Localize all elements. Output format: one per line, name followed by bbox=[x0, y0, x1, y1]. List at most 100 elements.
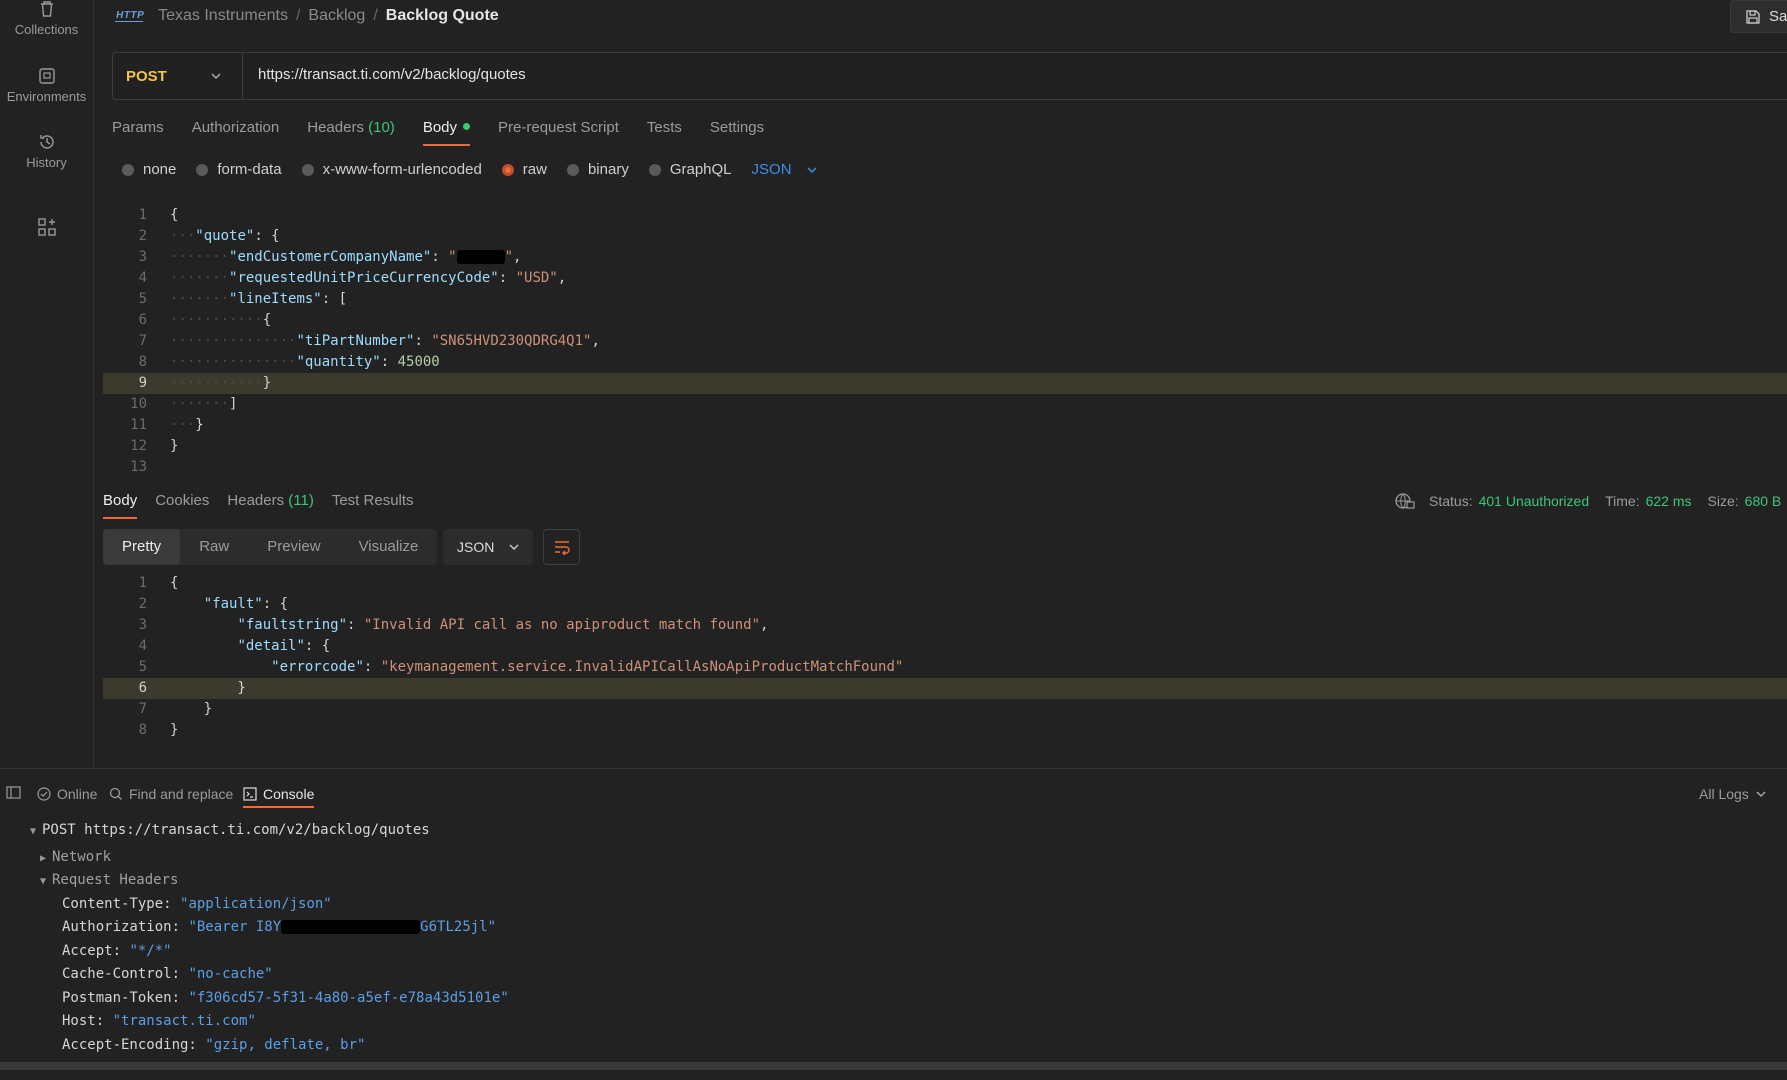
tab-authorization[interactable]: Authorization bbox=[192, 119, 280, 136]
tab-tests[interactable]: Tests bbox=[647, 119, 682, 136]
radio-circle bbox=[196, 163, 209, 176]
radio-circle bbox=[122, 163, 134, 176]
sidebar-item-add-apps[interactable] bbox=[0, 217, 93, 241]
code-line: 8 ···············"quantity": 45000 bbox=[138, 354, 440, 370]
code-line: 11 ···} bbox=[130, 417, 204, 433]
tab-params[interactable]: Params bbox=[112, 119, 164, 136]
pane-divider[interactable] bbox=[0, 768, 1787, 769]
console-tab[interactable]: Console bbox=[243, 786, 315, 808]
radio-form-data[interactable]: form-data bbox=[196, 161, 282, 178]
response-tab-test-results[interactable]: Test Results bbox=[332, 492, 414, 509]
save-button[interactable]: Sa bbox=[1730, 0, 1787, 33]
sidebar-item-label: Environments bbox=[6, 89, 87, 104]
expanded-triangle-icon: ▼ bbox=[40, 876, 47, 887]
headers-count: (10) bbox=[368, 119, 395, 136]
time-label: Time: bbox=[1605, 493, 1640, 509]
breadcrumb-separator: / bbox=[373, 7, 378, 24]
request-tabs: Params Authorization Headers (10) Body P… bbox=[112, 119, 792, 146]
log-level-label: All Logs bbox=[1699, 786, 1749, 802]
chevron-down-icon bbox=[211, 73, 221, 80]
status-bar: Online Find and replace Console All Logs bbox=[0, 786, 1787, 808]
console-label: Console bbox=[263, 786, 315, 802]
body-type-selector: none form-data x-www-form-urlencoded raw… bbox=[122, 161, 818, 178]
console-request-line[interactable]: ▼ POST https://transact.ti.com/v2/backlog… bbox=[30, 820, 430, 842]
console-header-row: Accept: "*/*" bbox=[62, 943, 172, 959]
console-header-row: Accept-Encoding: "gzip, deflate, br" bbox=[62, 1037, 366, 1053]
method-label: POST bbox=[126, 67, 167, 85]
response-body-viewer[interactable]: 1{ 2 "fault": { 3 "faultstring": "Invali… bbox=[103, 573, 1787, 743]
online-status[interactable]: Online bbox=[37, 786, 97, 802]
find-replace-label: Find and replace bbox=[129, 786, 234, 802]
wrap-lines-button[interactable] bbox=[543, 529, 580, 565]
code-line-current: 6 } bbox=[103, 678, 1787, 699]
code-line: 12} bbox=[130, 438, 179, 454]
radio-urlencoded[interactable]: x-www-form-urlencoded bbox=[301, 161, 482, 178]
console-request-text: POST https://transact.ti.com/v2/backlog/… bbox=[42, 822, 430, 838]
headers-count: (11) bbox=[288, 492, 314, 509]
breadcrumb-collection[interactable]: Backlog bbox=[308, 7, 365, 25]
add-apps-icon bbox=[37, 218, 56, 236]
response-tab-headers[interactable]: Headers (11) bbox=[227, 492, 313, 509]
sidebar-item-label: History bbox=[26, 155, 67, 170]
tab-prerequest-script[interactable]: Pre-request Script bbox=[498, 119, 619, 136]
code-line: 2 "fault": { bbox=[138, 596, 289, 612]
sidebar-item-environments[interactable]: Environments bbox=[0, 67, 93, 104]
find-replace-button[interactable]: Find and replace bbox=[109, 786, 233, 802]
sidebar-item-collections[interactable]: Collections bbox=[0, 0, 93, 37]
code-line: 3 "faultstring": "Invalid API call as no… bbox=[138, 617, 769, 633]
response-meta: Status: 401 Unauthorized Time: 622 ms Si… bbox=[1395, 492, 1781, 510]
method-select[interactable]: POST bbox=[113, 53, 243, 99]
body-format-select[interactable]: JSON bbox=[752, 161, 818, 178]
response-tab-cookies[interactable]: Cookies bbox=[155, 492, 209, 509]
log-level-select[interactable]: All Logs bbox=[1699, 786, 1767, 802]
view-preview[interactable]: Preview bbox=[248, 529, 339, 565]
tab-headers[interactable]: Headers (10) bbox=[307, 119, 395, 136]
code-line: 4 ·······"requestedUnitPriceCurrencyCode"… bbox=[138, 270, 567, 286]
size-value[interactable]: 680 B bbox=[1745, 493, 1782, 509]
breadcrumb-workspace[interactable]: Texas Instruments bbox=[158, 7, 288, 25]
save-label: Sa bbox=[1769, 8, 1787, 25]
radio-raw[interactable]: raw bbox=[501, 161, 547, 178]
console-header-row: Content-Type: "application/json" bbox=[62, 896, 332, 912]
radio-label: raw bbox=[522, 161, 547, 178]
body-format-label: JSON bbox=[751, 161, 792, 178]
sidebar-item-history[interactable]: History bbox=[0, 133, 93, 170]
code-line: 1{ bbox=[138, 207, 179, 223]
response-view-selector: Pretty Raw Preview Visualize bbox=[103, 529, 438, 565]
code-line: 7 } bbox=[138, 701, 213, 717]
toggle-sidebar-button[interactable] bbox=[6, 786, 21, 799]
tab-label: Headers bbox=[227, 492, 285, 509]
console-icon bbox=[243, 787, 257, 801]
response-format-select[interactable]: JSON bbox=[443, 529, 533, 565]
horizontal-scrollbar[interactable] bbox=[0, 1062, 1787, 1070]
radio-none[interactable]: none bbox=[122, 161, 176, 178]
url-input[interactable]: https://transact.ti.com/v2/backlog/quote… bbox=[258, 66, 526, 83]
request-body-editor[interactable]: 1{ 2 ···"quote": { 3 ·······"endCustomerCo… bbox=[103, 205, 1787, 475]
online-label: Online bbox=[57, 786, 98, 802]
status-label: Status: bbox=[1429, 493, 1473, 509]
console-request-headers-node[interactable]: ▼ Request Headers bbox=[40, 870, 178, 892]
console-request-headers-label: Request Headers bbox=[52, 872, 179, 888]
radio-graphql[interactable]: GraphQL bbox=[648, 161, 732, 178]
view-visualize[interactable]: Visualize bbox=[340, 529, 438, 565]
time-value[interactable]: 622 ms bbox=[1646, 493, 1692, 509]
response-tab-body[interactable]: Body bbox=[103, 492, 138, 519]
tab-body[interactable]: Body bbox=[422, 119, 471, 146]
request-title[interactable]: Backlog Quote bbox=[386, 7, 499, 25]
tab-label: Headers bbox=[307, 119, 364, 136]
network-lock-icon bbox=[1395, 493, 1415, 509]
console-header-row: Postman-Token: "f306cd57-5f31-4a80-a5ef-… bbox=[62, 990, 509, 1006]
search-icon bbox=[109, 787, 122, 800]
code-line: 4 "detail": { bbox=[138, 638, 331, 654]
radio-binary[interactable]: binary bbox=[566, 161, 629, 178]
status-value[interactable]: 401 Unauthorized bbox=[1479, 493, 1590, 509]
view-raw[interactable]: Raw bbox=[180, 529, 248, 565]
console-header-row: Cache-Control: "no-cache" bbox=[62, 966, 273, 982]
response-tabs: Body Cookies Headers (11) Test Results bbox=[103, 492, 442, 519]
redacted-token bbox=[281, 920, 421, 934]
console-network-node[interactable]: ▶ Network bbox=[40, 847, 111, 869]
radio-label: binary bbox=[587, 161, 629, 178]
collapsed-triangle-icon: ▶ bbox=[40, 853, 47, 864]
tab-settings[interactable]: Settings bbox=[710, 119, 764, 136]
view-pretty[interactable]: Pretty bbox=[103, 529, 181, 565]
